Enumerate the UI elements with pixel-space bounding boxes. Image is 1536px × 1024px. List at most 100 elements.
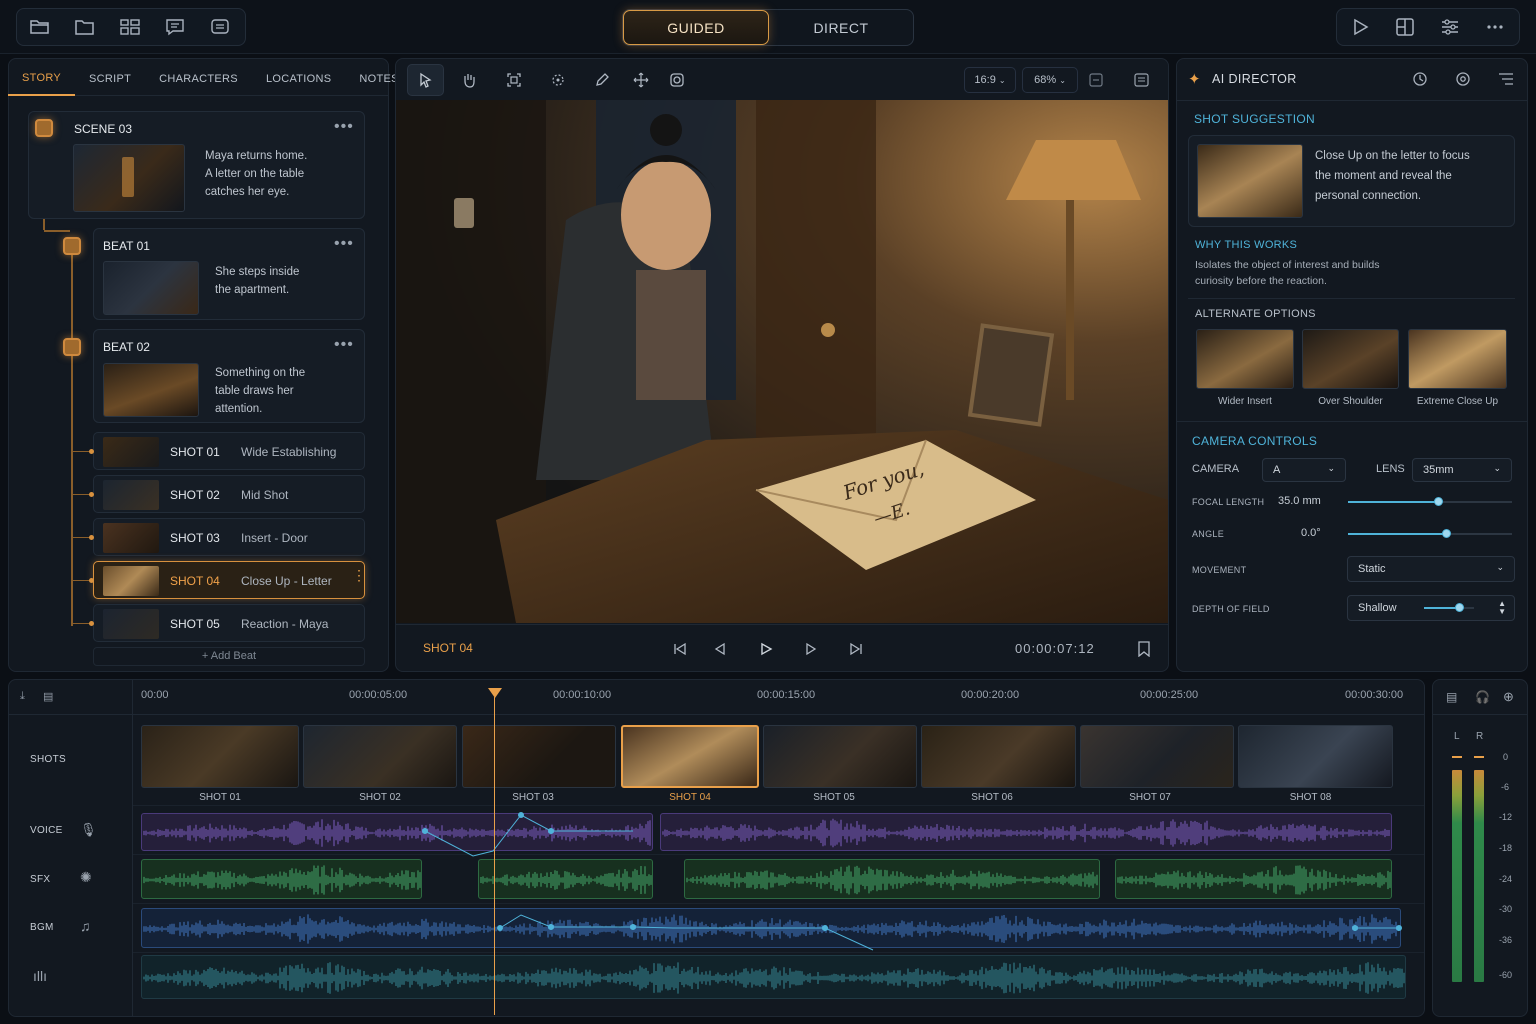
pen-tool-icon[interactable]: [586, 66, 618, 94]
beat-card[interactable]: BEAT 01 ••• She steps inside the apartmen…: [93, 228, 365, 320]
focal-length-value: 35.0 mm: [1278, 495, 1321, 507]
shot-row-selected[interactable]: SHOT 04 Close Up - Letter ⋮: [89, 561, 366, 599]
file-tools-group: [16, 8, 246, 46]
focal-length-slider[interactable]: [1348, 497, 1512, 506]
playhead-handle[interactable]: [488, 688, 502, 698]
scene-card[interactable]: SCENE 03 ••• Maya returns home. A letter …: [28, 111, 365, 219]
more-icon[interactable]: [1472, 9, 1517, 45]
timeline-shot-frame[interactable]: [763, 725, 917, 788]
shot-row[interactable]: SHOT 01 Wide Establishing: [89, 432, 365, 470]
folder-icon[interactable]: [62, 9, 107, 45]
tab-story[interactable]: STORY: [8, 62, 75, 96]
skip-end-icon[interactable]: [846, 639, 866, 659]
add-beat-button[interactable]: + Add Beat: [93, 647, 365, 666]
list-icon[interactable]: ▤: [43, 690, 53, 703]
beat-more-icon[interactable]: •••: [334, 235, 354, 253]
beat-node[interactable]: [63, 338, 81, 356]
step-forward-icon[interactable]: [801, 639, 821, 659]
folder-open-icon[interactable]: [17, 9, 62, 45]
timeline-shot-frame[interactable]: [141, 725, 299, 788]
alternate-thumbnail[interactable]: [1408, 329, 1507, 389]
sparkle-fx-icon[interactable]: ✺: [80, 869, 92, 886]
notes-icon[interactable]: [1131, 70, 1151, 90]
aspect-ratio-select[interactable]: 16:9 ⌄: [964, 67, 1016, 93]
timeline-shot-frame[interactable]: [921, 725, 1076, 788]
step-back-icon[interactable]: [710, 639, 730, 659]
timeline-shot-frame[interactable]: [1080, 725, 1234, 788]
select-tool-icon[interactable]: [410, 66, 442, 94]
track-label-shots: SHOTS: [30, 754, 66, 765]
shot-menu-icon[interactable]: ⋮: [352, 568, 366, 582]
frame-label: SHOT 04: [669, 792, 711, 803]
alternate-thumbnail[interactable]: [1302, 329, 1399, 389]
camera-select[interactable]: A ⌄: [1262, 458, 1346, 482]
mixer-icon[interactable]: ▤: [1446, 690, 1457, 704]
alternate-thumbnail[interactable]: [1196, 329, 1294, 389]
automation-curves[interactable]: [133, 805, 1424, 955]
angle-slider[interactable]: [1348, 529, 1512, 538]
frame-label: SHOT 05: [813, 792, 855, 803]
menu-icon[interactable]: [1496, 69, 1516, 89]
divider: [1177, 100, 1527, 101]
beat-more-icon[interactable]: •••: [334, 336, 354, 354]
camera-tool-icon[interactable]: [661, 66, 693, 94]
waveform-icon[interactable]: ıllı: [33, 968, 47, 984]
shot-row[interactable]: SHOT 02 Mid Shot: [89, 475, 365, 513]
music-note-icon[interactable]: ♫: [80, 918, 91, 934]
scene-title: SCENE 03: [74, 122, 133, 136]
beat-thumbnail: [103, 363, 199, 417]
playhead[interactable]: [494, 697, 495, 1015]
depth-of-field-slider[interactable]: [1424, 603, 1474, 612]
camera-controls-title: CAMERA CONTROLS: [1192, 434, 1318, 448]
meter-scale: -36: [1499, 935, 1513, 945]
layout-panels-icon[interactable]: [1382, 9, 1427, 45]
mode-direct-button[interactable]: DIRECT: [769, 10, 913, 45]
shot-row[interactable]: SHOT 05 Reaction - Maya: [89, 604, 365, 642]
ambient-clip[interactable]: [141, 955, 1406, 999]
timeline-shot-frame[interactable]: [303, 725, 457, 788]
zoom-select[interactable]: 68% ⌄: [1022, 67, 1078, 93]
meter-scale: -18: [1499, 843, 1513, 853]
movement-select[interactable]: Static ⌄: [1347, 556, 1515, 582]
hand-tool-icon[interactable]: [453, 66, 485, 94]
tab-script[interactable]: SCRIPT: [75, 62, 145, 96]
suggestion-card[interactable]: Close Up on the letter to focus the momen…: [1188, 135, 1515, 227]
play-icon[interactable]: [1337, 9, 1382, 45]
frame-label: SHOT 02: [359, 792, 401, 803]
microphone-icon[interactable]: 🎙: [80, 822, 97, 838]
collapse-icon[interactable]: ⤓: [20, 690, 25, 703]
transform-tool-icon[interactable]: [542, 66, 574, 94]
tab-locations[interactable]: LOCATIONS: [252, 62, 345, 96]
layout-grid-icon[interactable]: [107, 9, 152, 45]
mode-guided-button[interactable]: GUIDED: [623, 10, 769, 45]
divider: [1188, 298, 1515, 299]
play-button-icon[interactable]: [756, 639, 776, 659]
headphones-icon[interactable]: 🎧: [1475, 690, 1490, 704]
tab-characters[interactable]: CHARACTERS: [145, 62, 252, 96]
shot-row[interactable]: SHOT 03 Insert - Door: [89, 518, 365, 556]
peak-indicator: [1474, 756, 1484, 758]
fit-icon[interactable]: [1086, 70, 1106, 90]
divider: [9, 714, 1424, 715]
timeline-shot-frame[interactable]: [1238, 725, 1393, 788]
skip-start-icon[interactable]: [670, 639, 690, 659]
frame-tool-icon[interactable]: [498, 66, 530, 94]
beat-card[interactable]: BEAT 02 ••• Something on the table draws …: [93, 329, 365, 423]
scene-more-icon[interactable]: •••: [334, 118, 354, 136]
frame-label: SHOT 08: [1289, 792, 1332, 803]
beat-node[interactable]: [63, 237, 81, 255]
comment-icon[interactable]: [197, 9, 242, 45]
timeline-shot-frame[interactable]: [462, 725, 616, 788]
settings-icon[interactable]: [1453, 69, 1473, 89]
sliders-icon[interactable]: [1427, 9, 1472, 45]
chat-icon[interactable]: [152, 9, 197, 45]
scene-node[interactable]: [35, 119, 53, 137]
bookmark-icon[interactable]: [1134, 639, 1154, 659]
move-tool-icon[interactable]: [625, 66, 657, 94]
history-icon[interactable]: [1410, 69, 1430, 89]
lens-select[interactable]: 35mm ⌄: [1412, 458, 1512, 482]
timeline-shot-frame-active[interactable]: [621, 725, 759, 788]
lens-label: LENS: [1376, 463, 1405, 475]
crosshair-icon[interactable]: ⊕: [1503, 689, 1514, 705]
alternate-label: Extreme Close Up: [1416, 396, 1499, 407]
